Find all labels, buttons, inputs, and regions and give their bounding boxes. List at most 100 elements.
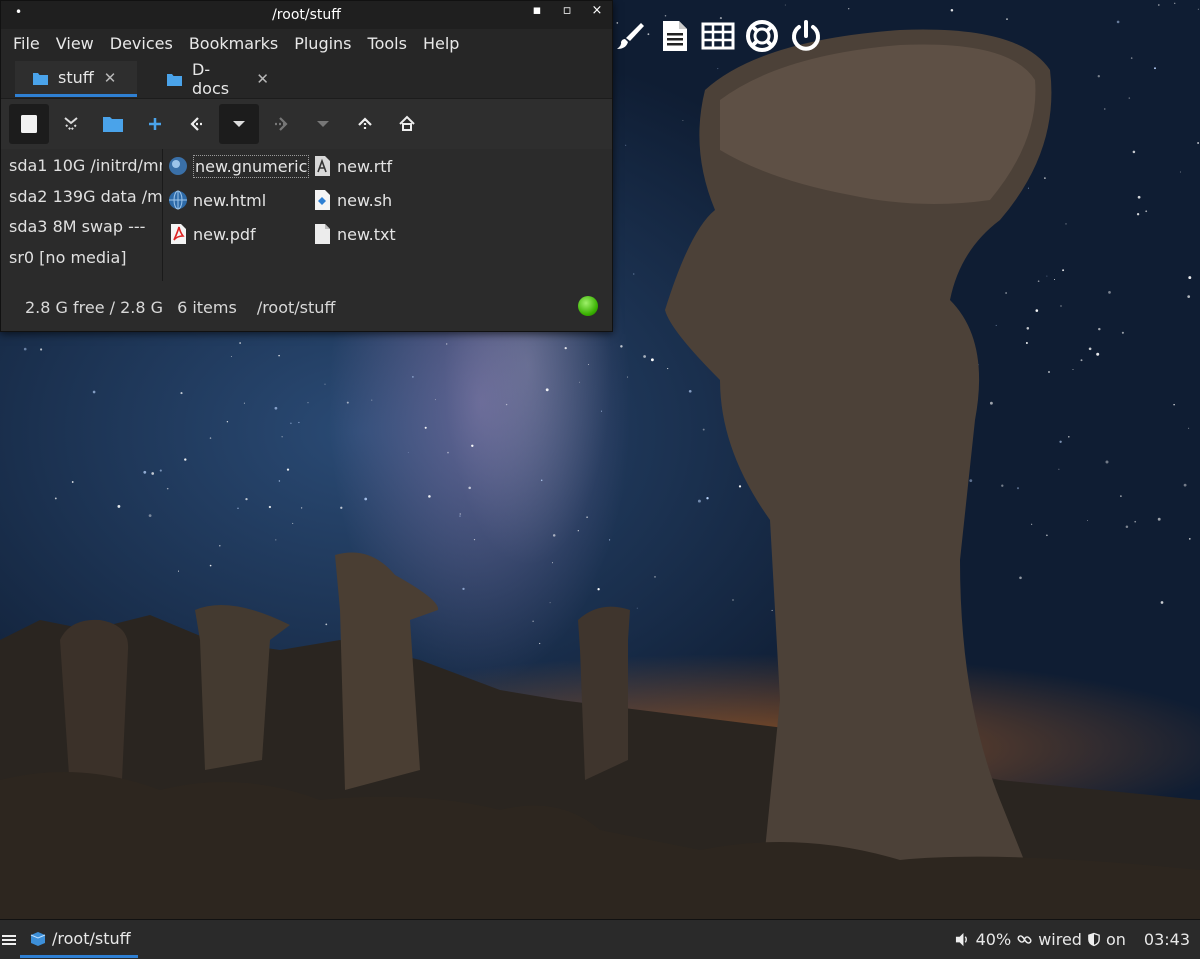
star xyxy=(1154,67,1156,70)
star xyxy=(688,389,692,393)
star xyxy=(1037,280,1040,283)
file-name: new.gnumeric xyxy=(193,154,310,178)
menu-view[interactable]: View xyxy=(48,34,102,53)
star xyxy=(148,514,152,517)
star xyxy=(995,324,997,326)
network-status[interactable]: wired xyxy=(1038,930,1082,949)
star xyxy=(1197,8,1199,10)
star xyxy=(989,401,993,405)
file-item[interactable]: new.gnumeric xyxy=(167,153,312,179)
spreadsheet-icon[interactable] xyxy=(700,16,736,56)
file-manager-window: • /root/stuff ▪ ▫ × File View Devices Bo… xyxy=(0,0,613,332)
network-link-icon[interactable] xyxy=(1017,932,1032,947)
tab-close-icon[interactable]: ✕ xyxy=(104,69,117,87)
star xyxy=(281,436,283,438)
star xyxy=(209,437,212,439)
star xyxy=(1080,359,1083,362)
star xyxy=(166,487,169,490)
star xyxy=(784,4,786,6)
start-menu-button[interactable] xyxy=(0,921,18,959)
menu-help[interactable]: Help xyxy=(415,34,467,53)
volume-level[interactable]: 40% xyxy=(976,930,1012,949)
star xyxy=(1046,534,1048,537)
taskbar-task-root-stuff[interactable]: /root/stuff xyxy=(20,922,138,958)
star xyxy=(1097,75,1100,78)
star xyxy=(286,468,290,471)
volume-icon[interactable] xyxy=(955,932,970,947)
tab-stuff[interactable]: stuff ✕ xyxy=(15,61,137,97)
help-icon[interactable] xyxy=(744,16,780,56)
folder-icon xyxy=(103,117,123,132)
history-dropdown-button[interactable] xyxy=(219,104,259,144)
star xyxy=(633,273,635,275)
paint-brush-icon[interactable] xyxy=(612,16,648,56)
star xyxy=(1068,436,1070,438)
star xyxy=(579,381,580,383)
star xyxy=(1116,20,1120,24)
drive-sr0[interactable]: sr0 [no media] xyxy=(1,243,162,274)
star xyxy=(1145,210,1148,213)
star xyxy=(545,388,549,392)
menu-devices[interactable]: Devices xyxy=(102,34,181,53)
menu-plugins[interactable]: Plugins xyxy=(286,34,359,53)
drive-sda2[interactable]: sda2 139G data /mnt xyxy=(1,182,162,213)
add-button[interactable] xyxy=(135,104,175,144)
home-icon xyxy=(399,115,415,131)
star xyxy=(424,426,427,429)
firewall-status[interactable]: on xyxy=(1106,930,1126,949)
star xyxy=(1001,484,1004,487)
star xyxy=(298,421,300,424)
tab-close-icon[interactable]: ✕ xyxy=(256,70,269,88)
star xyxy=(717,68,719,70)
document-icon[interactable] xyxy=(656,16,692,56)
home-button[interactable] xyxy=(387,104,427,144)
star xyxy=(245,497,248,501)
menu-bookmarks[interactable]: Bookmarks xyxy=(181,34,286,53)
drive-sda3[interactable]: sda3 8M swap --- xyxy=(1,212,162,243)
star xyxy=(468,486,471,490)
file-name: new.rtf xyxy=(337,156,393,176)
tab-d-docs[interactable]: D-docs ✕ xyxy=(149,60,283,98)
up-button[interactable] xyxy=(345,104,385,144)
star xyxy=(434,399,436,401)
star xyxy=(549,602,551,604)
star xyxy=(1128,97,1131,99)
maximize-button[interactable]: ▫ xyxy=(560,3,574,18)
star xyxy=(1104,108,1106,110)
drive-sda1[interactable]: sda1 10G /initrd/mnt xyxy=(1,151,162,182)
star xyxy=(702,428,705,431)
folder-button[interactable] xyxy=(93,104,133,144)
file-item[interactable]: new.txt xyxy=(311,221,399,247)
menu-file[interactable]: File xyxy=(5,34,48,53)
window-menu-icon[interactable]: • xyxy=(15,5,22,19)
close-button[interactable]: × xyxy=(590,3,604,18)
star xyxy=(325,623,328,626)
file-item[interactable]: new.sh xyxy=(311,187,395,213)
clock[interactable]: 03:43 xyxy=(1144,930,1190,949)
star xyxy=(650,358,654,362)
star xyxy=(473,539,476,541)
menu-tools[interactable]: Tools xyxy=(360,34,415,53)
window-titlebar[interactable]: • /root/stuff ▪ ▫ × xyxy=(1,1,612,29)
star xyxy=(180,392,183,395)
star xyxy=(1136,213,1140,216)
minimize-button[interactable]: ▪ xyxy=(530,3,544,18)
window-controls: ▪ ▫ × xyxy=(530,3,604,18)
forward-button[interactable] xyxy=(261,104,301,144)
split-view-button[interactable] xyxy=(51,104,91,144)
shield-icon[interactable] xyxy=(1088,932,1100,947)
file-item[interactable]: new.pdf xyxy=(167,221,259,247)
forward-dropdown-button[interactable] xyxy=(303,104,343,144)
star xyxy=(1005,292,1007,294)
back-button[interactable] xyxy=(177,104,217,144)
star xyxy=(1046,275,1048,277)
star xyxy=(643,355,646,358)
star xyxy=(1065,223,1067,225)
star xyxy=(159,469,162,472)
star xyxy=(307,402,309,404)
file-item[interactable]: new.rtf xyxy=(311,153,395,179)
new-file-button[interactable] xyxy=(9,104,49,144)
file-item[interactable]: new.html xyxy=(167,187,269,213)
power-icon[interactable] xyxy=(788,16,824,56)
star xyxy=(625,144,627,146)
